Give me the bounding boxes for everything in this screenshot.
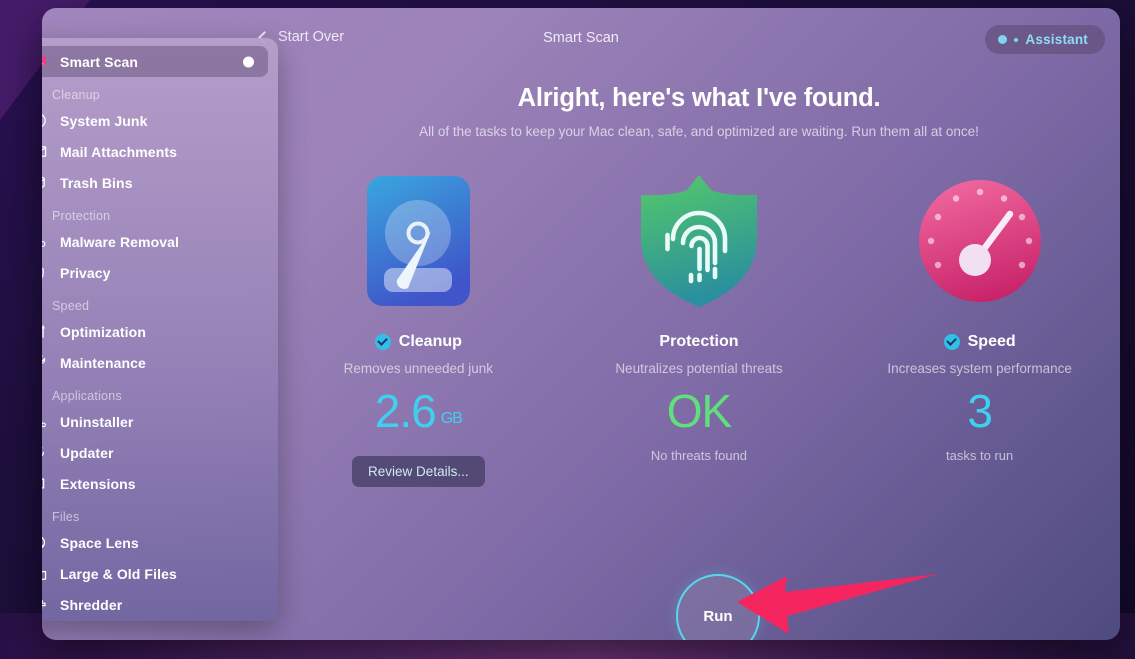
sidebar-item-label: Extensions: [60, 475, 136, 492]
card-description: Removes unneeded junk: [343, 361, 493, 376]
card-value-row: 2.6 GB: [278, 388, 558, 434]
hand-icon: [42, 263, 48, 283]
sidebar-item-shredder[interactable]: Shredder: [42, 589, 268, 620]
card-footer: No threats found: [650, 448, 748, 463]
sidebar-item-space-lens[interactable]: Space Lens: [42, 527, 268, 558]
sidebar-item-optimization[interactable]: Optimization: [42, 316, 268, 347]
monitor-scan-icon: [42, 52, 48, 72]
trash-bin-icon: [42, 173, 48, 193]
sidebar-item-label: Maintenance: [60, 354, 146, 371]
sidebar-item-trash-bins[interactable]: Trash Bins: [42, 167, 268, 198]
sidebar-item-label: Updater: [60, 444, 114, 461]
sidebar-item-label: Trash Bins: [60, 174, 133, 191]
sidebar-item-label: Shredder: [60, 596, 123, 613]
card-protection: Protection Neutralizes potential threats…: [559, 171, 839, 478]
card-footer: Review Details...: [278, 448, 558, 487]
shield-fingerprint-icon: [559, 171, 839, 311]
sidebar-section-protection-heading: Protection: [52, 209, 111, 223]
folder-icon: [42, 564, 48, 584]
sidebar-item-label: Uninstaller: [60, 413, 134, 430]
sidebar: Smart Scan Cleanup System Junk Mail Atta…: [42, 38, 278, 621]
sidebar-item-maintenance[interactable]: Maintenance: [42, 347, 268, 378]
sliders-icon: [42, 322, 48, 342]
scan-status-dot: [243, 56, 254, 67]
sidebar-section-applications-heading: Applications: [52, 389, 122, 403]
assistant-dot-small-icon: [1014, 37, 1019, 42]
results-cards: Cleanup Removes unneeded junk 2.6 GB Revi…: [278, 171, 1120, 487]
sidebar-item-label: Smart Scan: [60, 53, 139, 70]
card-value: OK: [666, 385, 732, 437]
headline: Alright, here's what I've found.: [517, 84, 881, 112]
main-content: Alright, here's what I've found. All of …: [278, 56, 1120, 640]
sidebar-section-cleanup-heading: Cleanup: [52, 88, 100, 102]
assistant-dot-large-icon: [998, 35, 1008, 44]
subheadline: All of the tasks to keep your Mac clean,…: [419, 124, 979, 139]
sidebar-item-label: Optimization: [60, 323, 146, 340]
run-button[interactable]: Run: [676, 574, 760, 640]
assistant-label: Assistant: [1025, 32, 1088, 47]
card-footer: tasks to run: [946, 448, 1014, 463]
card-description: Neutralizes potential threats: [615, 361, 783, 376]
sidebar-item-smart-scan[interactable]: Smart Scan: [42, 46, 268, 77]
junk-icon: [42, 111, 48, 131]
card-title-row: Cleanup: [278, 333, 558, 351]
review-details-button[interactable]: Review Details...: [352, 456, 485, 487]
sidebar-item-privacy[interactable]: Privacy: [42, 257, 268, 288]
app-window: Start Over Smart Scan Assistant Smart Sc…: [42, 8, 1120, 640]
card-title: Protection: [659, 333, 739, 350]
card-speed: Speed Increases system performance 3 tas…: [840, 171, 1120, 478]
refresh-arrow-icon: [42, 443, 48, 463]
sidebar-item-uninstaller[interactable]: Uninstaller: [42, 406, 268, 437]
card-title: Speed: [967, 333, 1016, 350]
planet-icon: [42, 533, 48, 553]
card-title-row: Speed: [840, 333, 1120, 351]
shredder-icon: [42, 595, 48, 615]
sidebar-item-system-junk[interactable]: System Junk: [42, 105, 268, 136]
card-value: 2.6: [374, 385, 437, 437]
check-circle-icon: [374, 334, 391, 350]
card-value-unit: GB: [440, 410, 463, 427]
sidebar-section-speed-heading: Speed: [52, 299, 90, 313]
assistant-button[interactable]: Assistant: [985, 25, 1105, 54]
card-value: 3: [967, 385, 993, 437]
puzzle-piece-icon: [42, 474, 48, 494]
sidebar-item-label: System Junk: [60, 112, 148, 129]
card-title: Cleanup: [398, 333, 462, 350]
card-value-row: OK: [559, 388, 839, 434]
card-cleanup: Cleanup Removes unneeded junk 2.6 GB Revi…: [278, 171, 558, 487]
sidebar-item-label: Mail Attachments: [60, 143, 177, 160]
biohazard-icon: [42, 232, 48, 252]
sidebar-item-large-old-files[interactable]: Large & Old Files: [42, 558, 268, 589]
sidebar-item-malware-removal[interactable]: Malware Removal: [42, 226, 268, 257]
card-title-row: Protection: [559, 333, 839, 351]
sidebar-item-label: Privacy: [60, 264, 111, 281]
sidebar-section-files-heading: Files: [52, 510, 80, 524]
sidebar-item-label: Malware Removal: [60, 233, 179, 250]
sidebar-item-mail-attachments[interactable]: Mail Attachments: [42, 136, 268, 167]
speed-gauge-icon: [840, 171, 1120, 311]
uninstaller-icon: [42, 412, 48, 432]
hard-disk-icon: [278, 171, 558, 311]
wrench-icon: [42, 353, 48, 373]
envelope-icon: [42, 142, 48, 162]
sidebar-item-label: Large & Old Files: [60, 565, 177, 582]
sidebar-item-updater[interactable]: Updater: [42, 437, 268, 468]
card-description: Increases system performance: [887, 361, 1072, 376]
sidebar-item-extensions[interactable]: Extensions: [42, 468, 268, 499]
sidebar-item-label: Space Lens: [60, 534, 139, 551]
card-value-row: 3: [840, 388, 1120, 434]
check-circle-icon: [943, 334, 960, 350]
